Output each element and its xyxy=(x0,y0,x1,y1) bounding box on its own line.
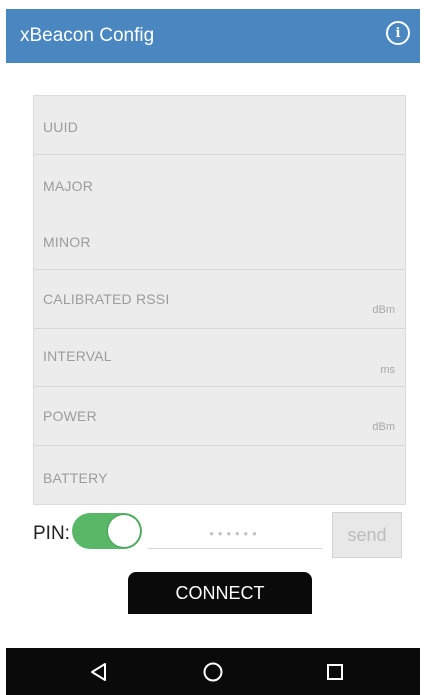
field-unit: ms xyxy=(380,364,395,376)
field-row-calibrated-rssi[interactable]: CALIBRATED RSSI dBm xyxy=(34,269,405,328)
field-row-major[interactable]: MAJOR xyxy=(34,154,405,211)
pin-input[interactable] xyxy=(148,518,322,549)
field-label: MAJOR xyxy=(43,178,93,194)
field-label: MINOR xyxy=(43,234,91,250)
field-label: INTERVAL xyxy=(43,348,112,364)
connect-button[interactable]: CONNECT xyxy=(128,572,312,614)
home-icon[interactable] xyxy=(199,658,227,686)
info-icon[interactable]: i xyxy=(386,21,410,45)
pin-label: PIN: xyxy=(33,523,70,544)
screen: xBeacon Config i UUID MAJOR MINOR CALIBR… xyxy=(0,0,427,695)
back-icon[interactable] xyxy=(85,658,113,686)
field-row-power[interactable]: POWER dBm xyxy=(34,386,405,445)
field-label: POWER xyxy=(43,408,97,424)
field-label: UUID xyxy=(43,119,79,135)
field-row-battery[interactable]: BATTERY xyxy=(34,445,405,504)
pin-toggle[interactable] xyxy=(72,513,142,549)
field-row-minor[interactable]: MINOR xyxy=(34,211,405,269)
field-label: BATTERY xyxy=(43,470,108,486)
app-bar: xBeacon Config i xyxy=(6,9,420,63)
field-label: CALIBRATED RSSI xyxy=(43,291,170,307)
field-unit: dBm xyxy=(372,304,395,316)
field-row-interval[interactable]: INTERVAL ms xyxy=(34,328,405,386)
send-button[interactable]: send xyxy=(332,512,402,558)
config-form: UUID MAJOR MINOR CALIBRATED RSSI dBm INT… xyxy=(33,95,406,505)
toggle-knob xyxy=(108,515,140,547)
field-row-uuid[interactable]: UUID xyxy=(34,96,405,154)
field-unit: dBm xyxy=(372,421,395,433)
app-title: xBeacon Config xyxy=(20,25,155,46)
recents-icon[interactable] xyxy=(321,658,349,686)
navigation-bar xyxy=(6,648,420,695)
